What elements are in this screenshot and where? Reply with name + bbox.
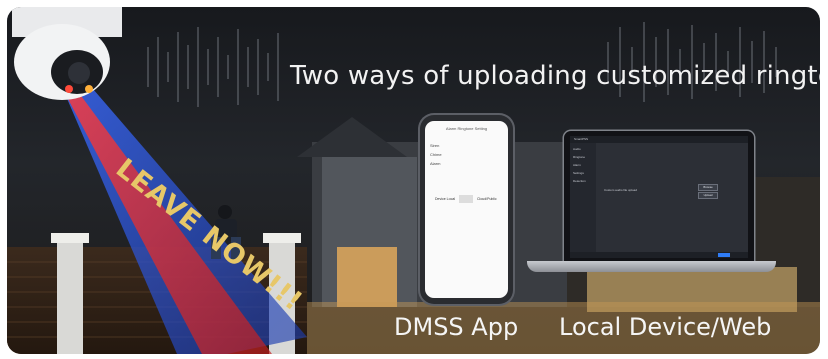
laptop-titlebar: SmartPSS xyxy=(570,136,748,143)
laptop-mockup: SmartPSS Audio Ringtone Alarm Settings D… xyxy=(564,131,754,269)
phone-title: Alarm Ringtone Setting xyxy=(445,126,488,131)
phone-option[interactable]: Alarm xyxy=(430,161,440,166)
laptop-statusbar xyxy=(570,252,748,258)
laptop-ok-button[interactable] xyxy=(718,253,730,257)
phone-option[interactable]: Chime xyxy=(430,152,442,157)
phone-screen: Alarm Ringtone Setting Siren Chime Alarm… xyxy=(425,121,508,298)
label-local-device-web: Local Device/Web xyxy=(559,313,772,341)
label-dmss-app: DMSS App xyxy=(394,313,519,341)
laptop-status-text: Custom audio file upload xyxy=(604,188,638,192)
sidebar-item[interactable]: Ringtone xyxy=(573,155,585,159)
device-local-option[interactable]: Device Local xyxy=(435,197,455,201)
sidebar-item[interactable]: Settings xyxy=(573,171,584,175)
phone-mockup: Alarm Ringtone Setting Siren Chime Alarm… xyxy=(420,115,513,304)
headline: Two ways of uploading customized rington… xyxy=(290,61,820,91)
phone-upload-row: Device Local Cloud/Public xyxy=(435,195,497,203)
sidebar-item[interactable]: Alarm xyxy=(573,163,581,167)
phone-option[interactable]: Siren xyxy=(430,143,439,148)
promo-banner: Two ways of uploading customized rington… xyxy=(7,7,820,354)
browse-button[interactable]: Browse xyxy=(698,184,718,191)
toggle-icon[interactable] xyxy=(459,195,474,203)
laptop-base xyxy=(527,261,776,272)
security-camera xyxy=(12,7,122,100)
sidebar-item[interactable]: Audio xyxy=(573,147,581,151)
laptop-app-name: SmartPSS xyxy=(574,137,589,141)
laptop-sidebar: Audio Ringtone Alarm Settings Detection xyxy=(570,143,596,258)
sidebar-item[interactable]: Detection xyxy=(573,179,586,183)
cloud-option[interactable]: Cloud/Public xyxy=(477,197,497,201)
laptop-screen: SmartPSS Audio Ringtone Alarm Settings D… xyxy=(570,136,748,258)
upload-button[interactable]: Upload xyxy=(698,192,718,199)
